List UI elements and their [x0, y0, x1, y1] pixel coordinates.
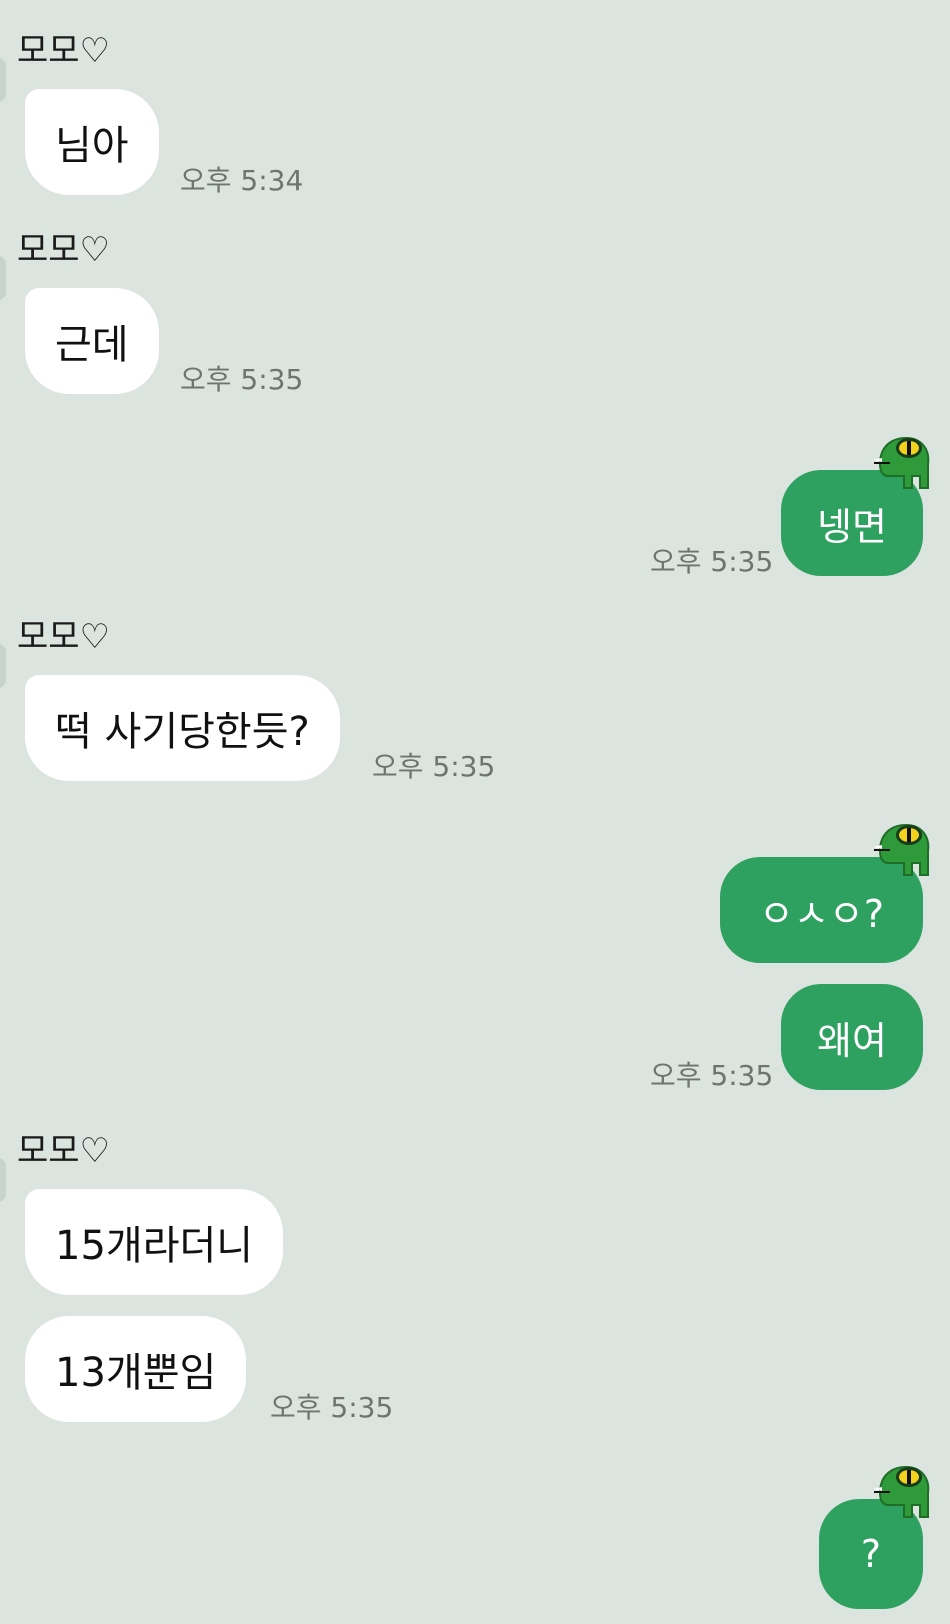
message-timestamp: 오후 5:35	[270, 1391, 394, 1424]
frog-sticker-icon	[873, 1465, 930, 1518]
sender-name: 모모♡	[17, 617, 111, 657]
avatar[interactable]	[0, 1158, 6, 1202]
message-text: 님아	[55, 123, 129, 169]
frog-sticker-icon	[873, 436, 930, 489]
message-timestamp: 오후 5:35	[180, 363, 304, 396]
sender-name: 모모♡	[17, 31, 111, 71]
frog-sticker-icon	[873, 823, 930, 876]
message-timestamp: 오후 5:35	[650, 1059, 774, 1092]
message-bubble-incoming[interactable]: 15개라더니	[25, 1189, 284, 1295]
sender-name: 모모♡	[17, 230, 111, 270]
message-text: 떡 사기당한듯?	[55, 709, 310, 755]
message-timestamp: 오후 5:35	[650, 545, 774, 578]
avatar[interactable]	[0, 644, 6, 688]
message-text: 왜여	[817, 1018, 887, 1063]
message-text: ㅇㅅㅇ?	[758, 891, 885, 936]
sender-name: 모모♡	[17, 1131, 111, 1171]
message-timestamp: 오후 5:35	[372, 750, 496, 783]
avatar[interactable]	[0, 256, 6, 300]
message-bubble-incoming[interactable]: 13개뿐임	[25, 1316, 247, 1422]
message-bubble-incoming[interactable]: 님아	[25, 89, 159, 195]
message-text: 13개뿐임	[55, 1350, 217, 1396]
avatar[interactable]	[0, 58, 6, 102]
message-bubble-incoming[interactable]: 떡 사기당한듯?	[25, 675, 340, 781]
message-text: ?	[860, 1532, 882, 1576]
message-timestamp: 오후 5:34	[180, 164, 304, 197]
message-text: 15개라더니	[55, 1223, 254, 1269]
message-text: 넹면	[817, 504, 887, 549]
message-bubble-incoming[interactable]: 근데	[25, 288, 159, 394]
message-text: 근데	[55, 322, 129, 368]
message-bubble-outgoing[interactable]: 왜여	[781, 984, 923, 1090]
